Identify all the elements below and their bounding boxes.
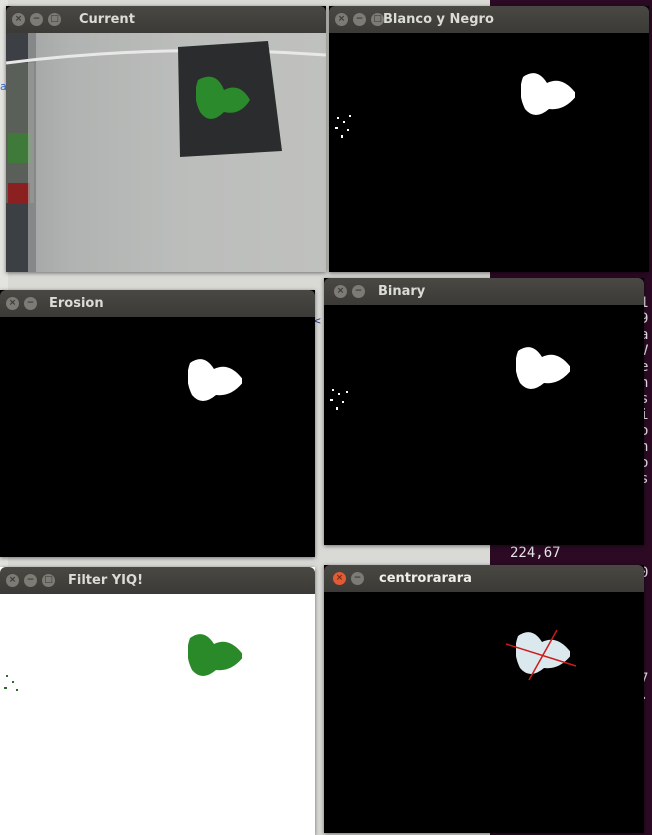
noise-speckles (330, 389, 348, 410)
window-binary[interactable]: × − Binary (324, 278, 644, 545)
center-crosshair (505, 629, 577, 681)
erosion-view (0, 317, 315, 557)
heart-shape (196, 76, 250, 119)
bw-view (329, 33, 649, 272)
noise-speckles (4, 675, 18, 691)
camera-image (6, 33, 326, 272)
minimize-icon[interactable]: − (30, 13, 43, 26)
window-title: centrorarara (379, 571, 472, 586)
close-icon[interactable]: × (335, 13, 348, 26)
centro-view (324, 592, 644, 833)
titlebar[interactable]: × − centrorarara (324, 565, 644, 592)
window-title: Current (79, 12, 135, 27)
minimize-icon[interactable]: − (24, 574, 37, 587)
minimize-icon[interactable]: − (351, 572, 364, 585)
window-title: Blanco y Negro (383, 12, 494, 27)
titlebar[interactable]: × − □ Blanco y Negro (329, 6, 649, 33)
maximize-icon[interactable]: □ (42, 574, 55, 587)
heart-shape (521, 73, 575, 115)
heart-shape (188, 359, 242, 401)
titlebar[interactable]: × − □ Filter YIQ! (0, 567, 315, 594)
camera-view (6, 33, 326, 272)
window-filter-yiq[interactable]: × − □ Filter YIQ! (0, 567, 315, 835)
window-current[interactable]: × − □ Current (6, 6, 326, 272)
titlebar[interactable]: × − Erosion (0, 290, 315, 317)
window-title: Binary (378, 284, 426, 299)
window-blanco-y-negro[interactable]: × − □ Blanco y Negro (329, 6, 649, 272)
close-icon[interactable]: × (6, 297, 19, 310)
binary-view (324, 305, 644, 545)
titlebar[interactable]: × − □ Current (6, 6, 326, 33)
heart-shape (516, 347, 570, 389)
minimize-icon[interactable]: − (353, 13, 366, 26)
close-icon[interactable]: × (6, 574, 19, 587)
window-title: Erosion (49, 296, 104, 311)
close-icon[interactable]: × (333, 572, 346, 585)
window-title: Filter YIQ! (68, 573, 143, 588)
window-erosion[interactable]: × − Erosion (0, 290, 315, 557)
close-icon[interactable]: × (12, 13, 25, 26)
minimize-icon[interactable]: − (352, 285, 365, 298)
filter-view (0, 594, 315, 835)
window-centrorarara[interactable]: × − centrorarara (324, 565, 644, 833)
minimize-icon[interactable]: − (24, 297, 37, 310)
maximize-icon[interactable]: □ (48, 13, 61, 26)
titlebar[interactable]: × − Binary (324, 278, 644, 305)
heart-shape (188, 634, 242, 676)
terminal-coordinate: 224,67 (510, 545, 561, 561)
noise-speckles (335, 115, 351, 138)
close-icon[interactable]: × (334, 285, 347, 298)
